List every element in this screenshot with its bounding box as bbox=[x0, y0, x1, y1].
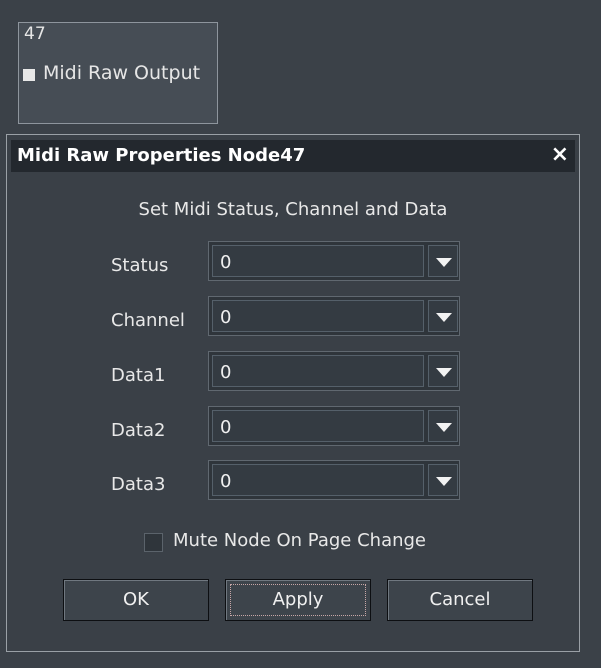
data2-value: 0 bbox=[220, 417, 232, 438]
chevron-down-icon[interactable] bbox=[428, 245, 458, 277]
status-dropdown[interactable]: 0 bbox=[208, 241, 460, 281]
data2-label: Data2 bbox=[111, 420, 166, 441]
dialog-title: Midi Raw Properties Node47 bbox=[17, 145, 306, 166]
channel-label: Channel bbox=[111, 310, 185, 331]
data1-value-field[interactable]: 0 bbox=[212, 355, 424, 387]
channel-value-field[interactable]: 0 bbox=[212, 300, 424, 332]
dialog-titlebar[interactable]: Midi Raw Properties Node47 × bbox=[11, 140, 575, 172]
apply-button[interactable]: Apply bbox=[225, 579, 371, 621]
chevron-down-icon[interactable] bbox=[428, 300, 458, 332]
ok-button-label: OK bbox=[123, 589, 149, 610]
mute-node-checkbox[interactable] bbox=[144, 533, 163, 552]
midi-raw-output-node[interactable]: 47 Midi Raw Output bbox=[18, 22, 218, 124]
data1-dropdown[interactable]: 0 bbox=[208, 351, 460, 391]
data3-value: 0 bbox=[220, 471, 232, 492]
chevron-down-icon[interactable] bbox=[428, 464, 458, 496]
data2-value-field[interactable]: 0 bbox=[212, 410, 424, 442]
status-label: Status bbox=[111, 255, 169, 276]
data3-label: Data3 bbox=[111, 474, 166, 495]
midi-raw-properties-dialog: Midi Raw Properties Node47 × Set Midi St… bbox=[6, 134, 580, 652]
cancel-button[interactable]: Cancel bbox=[387, 579, 533, 621]
chevron-down-icon[interactable] bbox=[428, 410, 458, 442]
chevron-down-icon[interactable] bbox=[428, 355, 458, 387]
data2-dropdown[interactable]: 0 bbox=[208, 406, 460, 446]
status-value: 0 bbox=[220, 252, 232, 273]
node-output-port[interactable] bbox=[23, 69, 35, 81]
data3-value-field[interactable]: 0 bbox=[212, 464, 424, 496]
focus-rect bbox=[230, 584, 366, 616]
channel-value: 0 bbox=[220, 307, 232, 328]
close-icon[interactable]: × bbox=[551, 142, 569, 167]
ok-button[interactable]: OK bbox=[63, 579, 209, 621]
cancel-button-label: Cancel bbox=[429, 589, 491, 610]
data1-value: 0 bbox=[220, 362, 232, 383]
node-name-label: Midi Raw Output bbox=[43, 62, 201, 84]
data3-dropdown[interactable]: 0 bbox=[208, 460, 460, 500]
node-id-label: 47 bbox=[24, 24, 46, 44]
status-value-field[interactable]: 0 bbox=[212, 245, 424, 277]
mute-node-label: Mute Node On Page Change bbox=[173, 530, 427, 551]
dialog-subtitle: Set Midi Status, Channel and Data bbox=[138, 199, 448, 220]
data1-label: Data1 bbox=[111, 365, 166, 386]
channel-dropdown[interactable]: 0 bbox=[208, 296, 460, 336]
